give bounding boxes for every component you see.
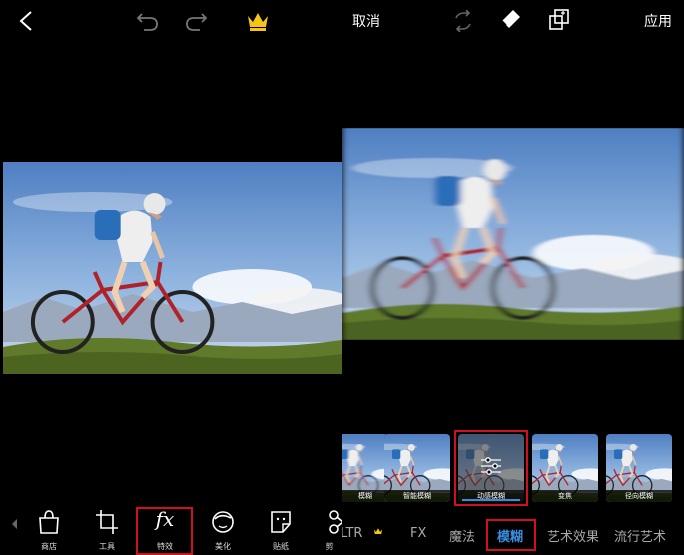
thumbnail-label: 变焦 xyxy=(532,490,598,502)
thumbnail-label: 径向模糊 xyxy=(606,490,672,502)
shopping-bag-icon xyxy=(39,510,59,534)
category-tab-art-effects[interactable]: 艺术效果 xyxy=(547,526,599,545)
effect-thumbnail[interactable]: 变焦 xyxy=(532,434,598,502)
apply-button[interactable]: 应用 xyxy=(638,6,678,36)
redo-icon[interactable] xyxy=(184,10,208,32)
photo-original xyxy=(3,162,342,374)
tool-label: 剪 xyxy=(325,542,334,551)
category-tab-ltr[interactable]: LTR xyxy=(342,526,383,541)
refresh-icon[interactable] xyxy=(452,10,474,32)
effect-thumbnail[interactable]: 智能模糊 xyxy=(384,434,450,502)
highlight-box-motion-blur xyxy=(454,430,528,506)
scroll-left-icon[interactable] xyxy=(12,519,18,529)
highlight-box-blur-tab xyxy=(486,519,536,551)
category-label: LTR xyxy=(342,526,363,541)
scissors-icon xyxy=(329,510,342,534)
eraser-icon[interactable] xyxy=(500,8,522,32)
tool-label: 商店 xyxy=(41,542,57,551)
crop-icon xyxy=(96,510,118,534)
tool-label: 贴纸 xyxy=(273,542,289,551)
photo-motion-blur-preview xyxy=(342,128,684,340)
highlight-box-effects xyxy=(136,507,193,555)
tool-label: 美化 xyxy=(215,542,231,551)
left-editor-screen: 商店 工具 fx 特效 美化 贴纸 剪 xyxy=(0,0,342,555)
layers-icon[interactable] xyxy=(548,8,570,32)
effect-thumbnail[interactable]: 模糊 xyxy=(342,434,388,502)
tool-beautify[interactable]: 美化 xyxy=(201,505,245,553)
cancel-button[interactable]: 取消 xyxy=(348,6,384,36)
right-editor-screen: 取消 应用 模糊 智能模糊 动感模糊 变焦 径向模糊 LTR FX 魔法 模糊 … xyxy=(342,0,684,555)
crown-icon xyxy=(373,528,382,534)
tool-label: 工具 xyxy=(99,542,115,551)
thumbnail-label: 模糊 xyxy=(342,490,388,502)
thumbnail-label: 智能模糊 xyxy=(384,490,450,502)
tool-sticker[interactable]: 贴纸 xyxy=(259,505,303,553)
tool-tools[interactable]: 工具 xyxy=(85,505,129,553)
category-tab-pop-art[interactable]: 流行艺术 xyxy=(614,526,666,545)
category-tab-fx[interactable]: FX xyxy=(410,526,426,541)
effect-thumbnail[interactable]: 径向模糊 xyxy=(606,434,672,502)
tool-shop[interactable]: 商店 xyxy=(27,505,71,553)
undo-icon[interactable] xyxy=(136,10,160,32)
tool-cut[interactable]: 剪 xyxy=(317,505,342,553)
face-icon xyxy=(212,511,234,533)
sticker-icon xyxy=(271,511,291,533)
category-tab-magic[interactable]: 魔法 xyxy=(449,526,475,545)
chevron-left-icon[interactable] xyxy=(18,10,34,32)
crown-icon[interactable] xyxy=(246,10,270,32)
